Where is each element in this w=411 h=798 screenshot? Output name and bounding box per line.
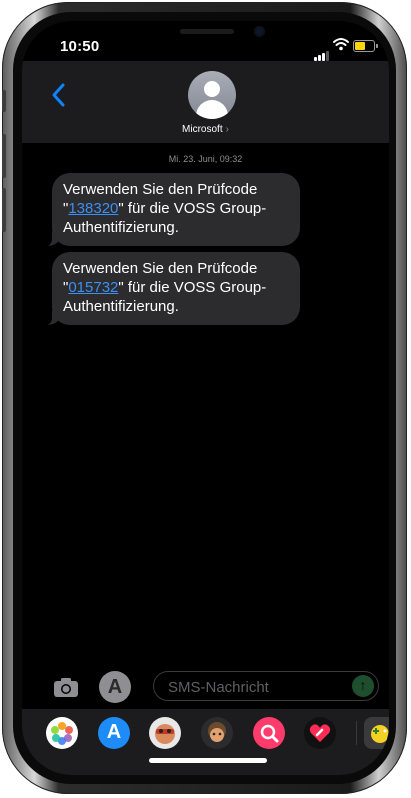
message-line: Verwenden Sie den Prüfcode — [63, 260, 258, 277]
contact-avatar[interactable] — [188, 71, 236, 119]
battery-tip — [376, 44, 378, 48]
message-line: "138320" für die VOSS Group- — [63, 199, 300, 218]
chevron-right-icon: › — [225, 124, 229, 135]
cellular-signal-icon — [313, 43, 329, 61]
message-bubble[interactable]: Verwenden Sie den Prüfcode "015732" für … — [44, 252, 300, 326]
photos-icon[interactable] — [46, 717, 78, 749]
avatar-head — [204, 81, 220, 97]
composer-bar: A ↑ — [22, 669, 389, 705]
message-text: " für die VOSS Group- — [118, 200, 267, 217]
drawer-divider — [356, 721, 357, 745]
app-store-icon: A — [107, 676, 123, 698]
status-time: 10:50 — [60, 38, 100, 55]
volume-up-button — [2, 134, 6, 178]
digital-touch-icon[interactable] — [304, 717, 336, 749]
wifi-icon — [333, 38, 349, 51]
contact-name-button[interactable]: Microsoft › — [22, 124, 389, 135]
message-bubble[interactable]: Verwenden Sie den Prüfcode "138320" für … — [44, 173, 300, 247]
message-line: Verwenden Sie den Prüfcode — [63, 181, 258, 198]
status-bar: 10:50 — [22, 21, 389, 65]
send-button[interactable]: ↑ — [352, 675, 374, 697]
home-indicator[interactable] — [149, 758, 267, 763]
arrow-up-icon: ↑ — [359, 677, 367, 693]
verification-code-link[interactable]: 015732 — [68, 279, 118, 296]
front-camera — [254, 26, 265, 37]
camera-icon[interactable] — [52, 673, 80, 701]
message-timestamp: Mi. 23. Juni, 09:32 — [168, 154, 243, 164]
conversation-header: Microsoft › — [22, 61, 389, 143]
phone-screen: 10:50 Microsoft › Mi. 23. Juni, 09:32 Ve… — [22, 21, 389, 775]
game-icon[interactable] — [364, 717, 389, 749]
app-store-glyph: A — [106, 721, 122, 743]
battery-fill — [355, 42, 365, 50]
notch — [114, 21, 300, 53]
mute-switch — [2, 90, 6, 112]
battery-icon — [353, 40, 378, 52]
app-store-icon[interactable]: A — [98, 717, 130, 749]
memoji-stickers-icon[interactable] — [149, 717, 181, 749]
message-field[interactable]: ↑ — [153, 671, 379, 701]
message-line: Authentifizierung. — [63, 298, 179, 315]
earpiece-speaker — [180, 29, 234, 34]
volume-down-button — [2, 188, 6, 232]
web-images-icon[interactable] — [253, 717, 285, 749]
message-line: "015732" für die VOSS Group- — [63, 278, 300, 297]
message-text: " für die VOSS Group- — [118, 279, 267, 296]
message-line: Authentifizierung. — [63, 219, 179, 236]
message-input[interactable] — [166, 676, 350, 698]
avatar-body — [196, 100, 228, 119]
app-drawer: A — [22, 709, 389, 775]
app-store-drawer-button[interactable]: A — [99, 671, 131, 703]
back-chevron-icon[interactable] — [48, 81, 72, 109]
contact-name: Microsoft — [182, 124, 223, 135]
phone-frame: 10:50 Microsoft › Mi. 23. Juni, 09:32 Ve… — [2, 2, 407, 794]
memoji-icon[interactable] — [201, 717, 233, 749]
verification-code-link[interactable]: 138320 — [68, 200, 118, 217]
